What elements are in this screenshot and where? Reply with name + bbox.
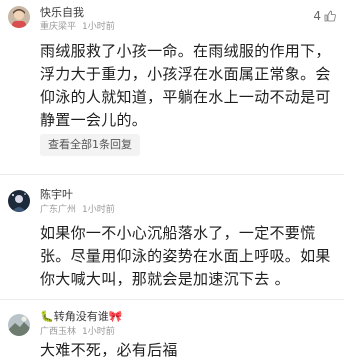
comment-text: 雨绒服救了小孩一命。在雨绒服的作用下，浮力大于重力，小孩浮在水面属正常象。会仰泳…: [40, 42, 331, 129]
like-button[interactable]: 4: [313, 9, 336, 23]
view-replies-button[interactable]: 查看全部1条回复: [40, 134, 140, 156]
comment-time: 1小时前: [82, 327, 115, 337]
comment-username[interactable]: 快乐自我: [40, 4, 84, 20]
divider: [0, 299, 344, 300]
landscape-avatar-icon[interactable]: [8, 314, 30, 336]
comment-text: 大难不死，必有后福: [40, 341, 178, 359]
dark-avatar-icon[interactable]: [8, 190, 30, 212]
comment-location: 广东广州: [40, 205, 77, 215]
child-avatar-icon[interactable]: [8, 6, 30, 28]
comment-username[interactable]: 🐛转角没有谁🎀: [40, 308, 122, 324]
comment-time: 1小时前: [82, 205, 115, 215]
like-count: 4: [313, 9, 321, 23]
comment-username[interactable]: 陈宇叶: [40, 186, 73, 202]
comment-location: 广西玉林: [40, 327, 77, 337]
comment-location: 重庆梁平: [40, 22, 77, 32]
comment-meta: 重庆梁平 1小时前: [40, 19, 115, 32]
comment-text: 如果你一不小心沉船落水了，一定不要慌张。尽量用仰泳的姿势在水面上呼吸。如果你大喊…: [40, 224, 331, 288]
comment-meta: 广西玉林 1小时前: [40, 324, 115, 337]
comment-meta: 广东广州 1小时前: [40, 202, 115, 215]
thumbs-up-icon: [324, 10, 336, 22]
comment-time: 1小时前: [82, 22, 115, 32]
divider: [0, 174, 344, 175]
